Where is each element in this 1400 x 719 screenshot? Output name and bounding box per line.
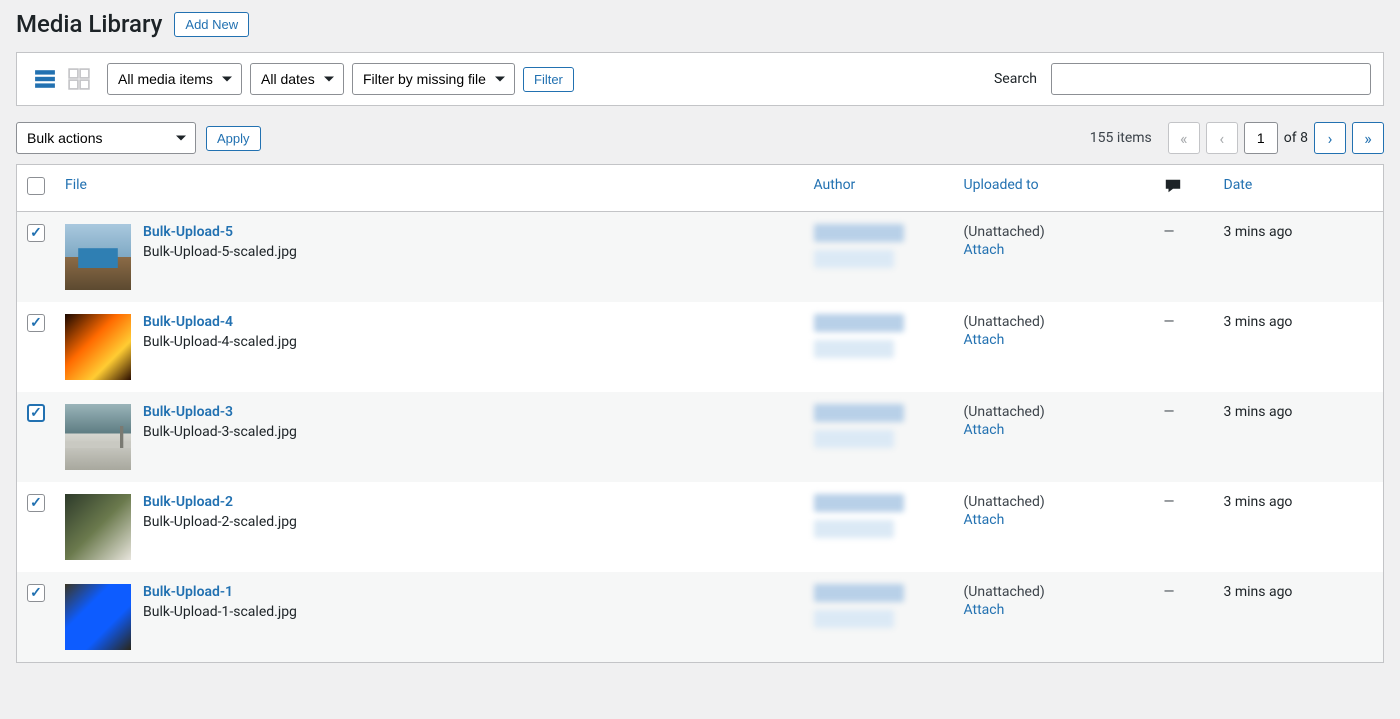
- search-input[interactable]: [1051, 63, 1371, 95]
- attach-link[interactable]: Attach: [964, 422, 1144, 438]
- comments-dash: —: [1164, 584, 1175, 600]
- comments-dash: —: [1164, 224, 1175, 240]
- media-title-link[interactable]: Bulk-Upload-1: [143, 584, 297, 600]
- author-redacted: [814, 314, 904, 332]
- comments-dash: —: [1164, 494, 1175, 510]
- media-filename: Bulk-Upload-1-scaled.jpg: [143, 604, 297, 620]
- apply-button[interactable]: Apply: [206, 126, 261, 151]
- attach-link[interactable]: Attach: [964, 332, 1144, 348]
- media-thumbnail[interactable]: [65, 224, 131, 290]
- page-title: Media Library: [16, 10, 162, 38]
- attach-link[interactable]: Attach: [964, 602, 1144, 618]
- table-row: Bulk-Upload-2 Bulk-Upload-2-scaled.jpg (Un…: [17, 482, 1384, 572]
- author-redacted: [814, 250, 894, 268]
- row-checkbox[interactable]: [27, 314, 45, 332]
- attach-link[interactable]: Attach: [964, 242, 1144, 258]
- date-cell: 3 mins ago: [1214, 482, 1384, 572]
- pager-current-input[interactable]: [1244, 122, 1278, 154]
- comments-icon: [1164, 183, 1182, 199]
- table-row: Bulk-Upload-5 Bulk-Upload-5-scaled.jpg (Un…: [17, 212, 1384, 303]
- media-thumbnail[interactable]: [65, 494, 131, 560]
- author-redacted: [814, 584, 904, 602]
- date-cell: 3 mins ago: [1214, 302, 1384, 392]
- pager-next-button[interactable]: ›: [1314, 122, 1346, 154]
- list-view-icon: [34, 68, 56, 90]
- media-title-link[interactable]: Bulk-Upload-3: [143, 404, 297, 420]
- pager-last-button[interactable]: »: [1352, 122, 1384, 154]
- media-filename: Bulk-Upload-2-scaled.jpg: [143, 514, 297, 530]
- pager-of-text: of 8: [1284, 130, 1308, 146]
- comments-dash: —: [1164, 404, 1175, 420]
- filter-button[interactable]: Filter: [523, 67, 574, 92]
- media-filename: Bulk-Upload-3-scaled.jpg: [143, 424, 297, 440]
- author-redacted: [814, 520, 894, 538]
- comments-dash: —: [1164, 314, 1175, 330]
- author-redacted: [814, 610, 894, 628]
- uploaded-to-status: (Unattached): [964, 314, 1144, 330]
- media-filename: Bulk-Upload-4-scaled.jpg: [143, 334, 297, 350]
- items-count: 155 items: [1090, 130, 1152, 146]
- table-row: Bulk-Upload-1 Bulk-Upload-1-scaled.jpg (Un…: [17, 572, 1384, 663]
- table-row: Bulk-Upload-3 Bulk-Upload-3-scaled.jpg (Un…: [17, 392, 1384, 482]
- column-date[interactable]: Date: [1214, 165, 1384, 212]
- row-checkbox[interactable]: [27, 224, 45, 242]
- uploaded-to-status: (Unattached): [964, 584, 1144, 600]
- author-redacted: [814, 430, 894, 448]
- bulk-actions-select[interactable]: Bulk actions: [16, 122, 196, 154]
- view-list-button[interactable]: [29, 63, 61, 95]
- uploaded-to-status: (Unattached): [964, 224, 1144, 240]
- attach-link[interactable]: Attach: [964, 512, 1144, 528]
- row-checkbox[interactable]: [27, 494, 45, 512]
- missing-file-select[interactable]: Filter by missing file: [352, 63, 515, 95]
- filter-toolbar: All media items All dates Filter by miss…: [16, 52, 1384, 106]
- media-type-select[interactable]: All media items: [107, 63, 242, 95]
- date-cell: 3 mins ago: [1214, 572, 1384, 663]
- date-cell: 3 mins ago: [1214, 392, 1384, 482]
- media-title-link[interactable]: Bulk-Upload-4: [143, 314, 297, 330]
- select-all-checkbox[interactable]: [27, 177, 45, 195]
- add-new-button[interactable]: Add New: [174, 12, 249, 37]
- column-comments[interactable]: [1154, 165, 1214, 212]
- column-file[interactable]: File: [55, 165, 804, 212]
- media-title-link[interactable]: Bulk-Upload-5: [143, 224, 297, 240]
- grid-view-icon: [68, 68, 90, 90]
- column-uploaded-to[interactable]: Uploaded to: [954, 165, 1154, 212]
- author-redacted: [814, 404, 904, 422]
- author-redacted: [814, 494, 904, 512]
- view-grid-button[interactable]: [63, 63, 95, 95]
- search-label: Search: [994, 71, 1037, 87]
- author-redacted: [814, 224, 904, 242]
- table-row: Bulk-Upload-4 Bulk-Upload-4-scaled.jpg (Un…: [17, 302, 1384, 392]
- uploaded-to-status: (Unattached): [964, 494, 1144, 510]
- media-title-link[interactable]: Bulk-Upload-2: [143, 494, 297, 510]
- column-author[interactable]: Author: [804, 165, 954, 212]
- date-cell: 3 mins ago: [1214, 212, 1384, 303]
- row-checkbox[interactable]: [27, 584, 45, 602]
- uploaded-to-status: (Unattached): [964, 404, 1144, 420]
- pager-first-button: «: [1168, 122, 1200, 154]
- dates-select[interactable]: All dates: [250, 63, 344, 95]
- media-thumbnail[interactable]: [65, 584, 131, 650]
- row-checkbox[interactable]: [27, 404, 45, 422]
- media-filename: Bulk-Upload-5-scaled.jpg: [143, 244, 297, 260]
- pager-prev-button: ‹: [1206, 122, 1238, 154]
- media-thumbnail[interactable]: [65, 314, 131, 380]
- author-redacted: [814, 340, 894, 358]
- media-thumbnail[interactable]: [65, 404, 131, 470]
